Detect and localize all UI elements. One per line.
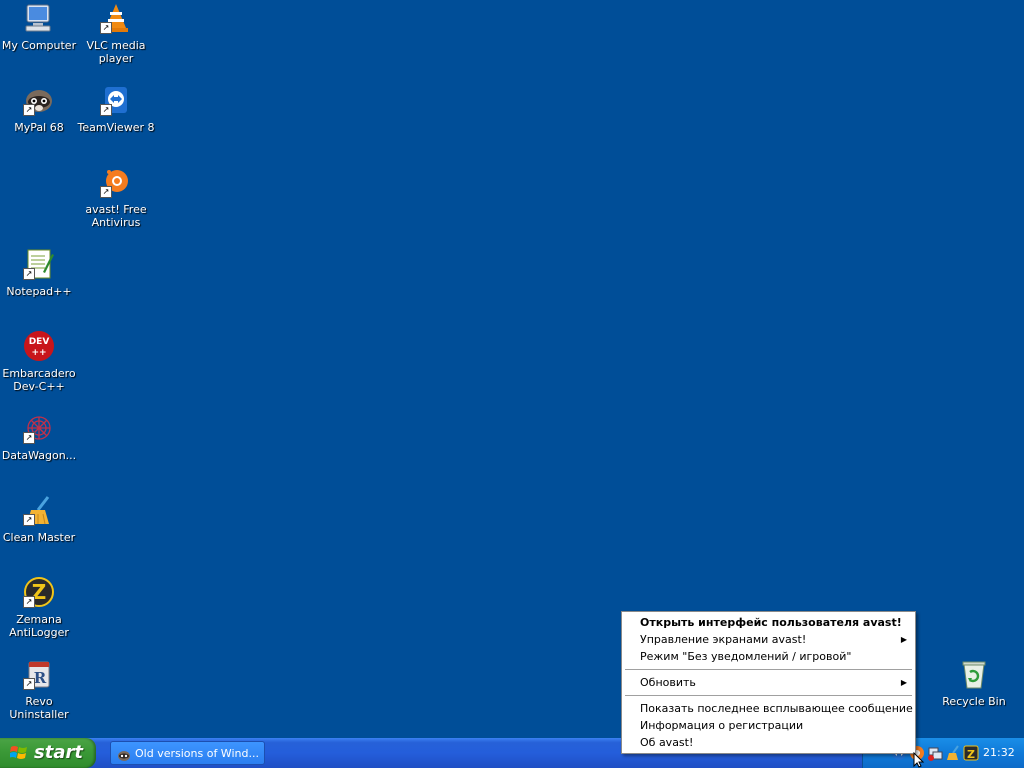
datawagon-icon: ↗ [23,412,55,444]
browser-icon [117,747,131,761]
svg-text:R: R [34,669,47,687]
notepad-plus-plus-icon: ↗ [23,248,55,280]
start-button[interactable]: start [0,738,96,768]
menu-item-label: Управление экранами avast! [640,633,807,646]
desktop-icon-label: My Computer [1,39,77,52]
shortcut-arrow-icon: ↗ [23,514,35,526]
zemana-tray-icon[interactable]: Z [963,745,979,761]
desktop-icon-label: Embarcadero Dev-C++ [2,367,76,393]
clean-master-tray-icon[interactable] [945,745,961,761]
desktop-icon-mypal[interactable]: ↗ MyPal 68 [0,84,78,134]
desktop-icon-label: Recycle Bin [942,695,1006,708]
recycle-bin-icon [958,658,990,690]
shortcut-arrow-icon: ↗ [100,186,112,198]
menu-item-label: Показать последнее всплывающее сообщение [640,702,913,715]
windows-flag-icon [9,745,27,761]
desktop-icon-teamviewer[interactable]: ↗ TeamViewer 8 [77,84,155,134]
desktop-icon-label: DataWagon... [1,449,77,462]
menu-item-label: Открыть интерфейс пользователя avast! [640,616,902,629]
clock: 21:32 [983,746,1015,759]
shortcut-arrow-icon: ↗ [23,678,35,690]
shortcut-arrow-icon: ↗ [23,268,35,280]
network-tray-icon[interactable] [927,745,943,761]
shortcut-arrow-icon: ↗ [23,104,35,116]
broom-icon: ↗ [23,494,55,526]
desktop-icon-label: TeamViewer 8 [77,121,155,134]
menu-item-label: Режим "Без уведомлений / игровой" [640,650,852,663]
menu-item-open-avast-ui[interactable]: Открыть интерфейс пользователя avast! [622,614,915,631]
svg-text:DEV: DEV [29,337,50,347]
menu-item-show-last-popup[interactable]: Показать последнее всплывающее сообщение [622,700,915,717]
shortcut-arrow-icon: ↗ [23,432,35,444]
shortcut-arrow-icon: ↗ [23,596,35,608]
revo-uninstaller-icon: R ↗ [23,658,55,690]
raccoon-icon: ↗ [23,84,55,116]
desktop-icon-datawagon[interactable]: ↗ DataWagon... [0,412,78,462]
menu-item-about-avast[interactable]: Об avast! [622,734,915,751]
desktop-icon-label: Notepad++ [6,285,72,298]
zemana-icon: Z ↗ [23,576,55,608]
desktop-icon-notepad-plus-plus[interactable]: ↗ Notepad++ [0,248,78,298]
computer-icon [23,2,55,34]
taskbar-window-button[interactable]: Old versions of Wind... [110,741,265,765]
desktop-icon-vlc[interactable]: ↗ VLC media player [77,2,155,65]
taskbar-window-title: Old versions of Wind... [135,747,259,760]
desktop-icon-my-computer[interactable]: My Computer [0,2,78,52]
menu-item-update[interactable]: Обновить ▶ [622,674,915,691]
desktop-icon-avast[interactable]: ↗ avast! Free Antivirus [77,166,155,229]
desktop-icon-label: Zemana AntiLogger [9,613,69,639]
desktop-icon-dev-cpp[interactable]: DEV ++ Embarcadero Dev-C++ [0,330,78,393]
submenu-arrow-icon: ▶ [900,635,907,644]
desktop-icon-label: avast! Free Antivirus [85,203,147,229]
menu-separator [625,695,912,696]
desktop-icon-label: VLC media player [86,39,146,65]
desktop-icon-label: MyPal 68 [14,121,64,134]
submenu-arrow-icon: ▶ [900,678,907,687]
menu-separator [625,669,912,670]
teamviewer-icon: ↗ [100,84,132,116]
menu-item-label: Об avast! [640,736,694,749]
svg-text:++: ++ [31,348,46,358]
avast-icon: ↗ [100,166,132,198]
menu-item-manage-shields[interactable]: Управление экранами avast! ▶ [622,631,915,648]
desktop-icon-clean-master[interactable]: ↗ Clean Master [0,494,78,544]
vlc-cone-icon: ↗ [100,2,132,34]
avast-context-menu: Открыть интерфейс пользователя avast! Уп… [621,611,916,754]
menu-item-registration-info[interactable]: Информация о регистрации [622,717,915,734]
desktop-icon-zemana[interactable]: Z ↗ Zemana AntiLogger [0,576,78,639]
desktop-icon-recycle-bin[interactable]: Recycle Bin [935,658,1013,708]
mouse-cursor-icon [913,752,925,768]
desktop-icon-label: Clean Master [2,531,76,544]
shortcut-arrow-icon: ↗ [100,104,112,116]
dev-cpp-icon: DEV ++ [23,330,55,362]
shortcut-arrow-icon: ↗ [100,22,112,34]
menu-item-label: Информация о регистрации [640,719,804,732]
start-label: start [34,742,83,763]
svg-text:Z: Z [967,748,975,761]
menu-item-label: Обновить [640,676,696,689]
desktop-icon-revo-uninstaller[interactable]: R ↗ Revo Uninstaller [0,658,78,721]
desktop-icon-label: Revo Uninstaller [9,695,69,721]
menu-item-silent-gaming-mode[interactable]: Режим "Без уведомлений / игровой" [622,648,915,665]
